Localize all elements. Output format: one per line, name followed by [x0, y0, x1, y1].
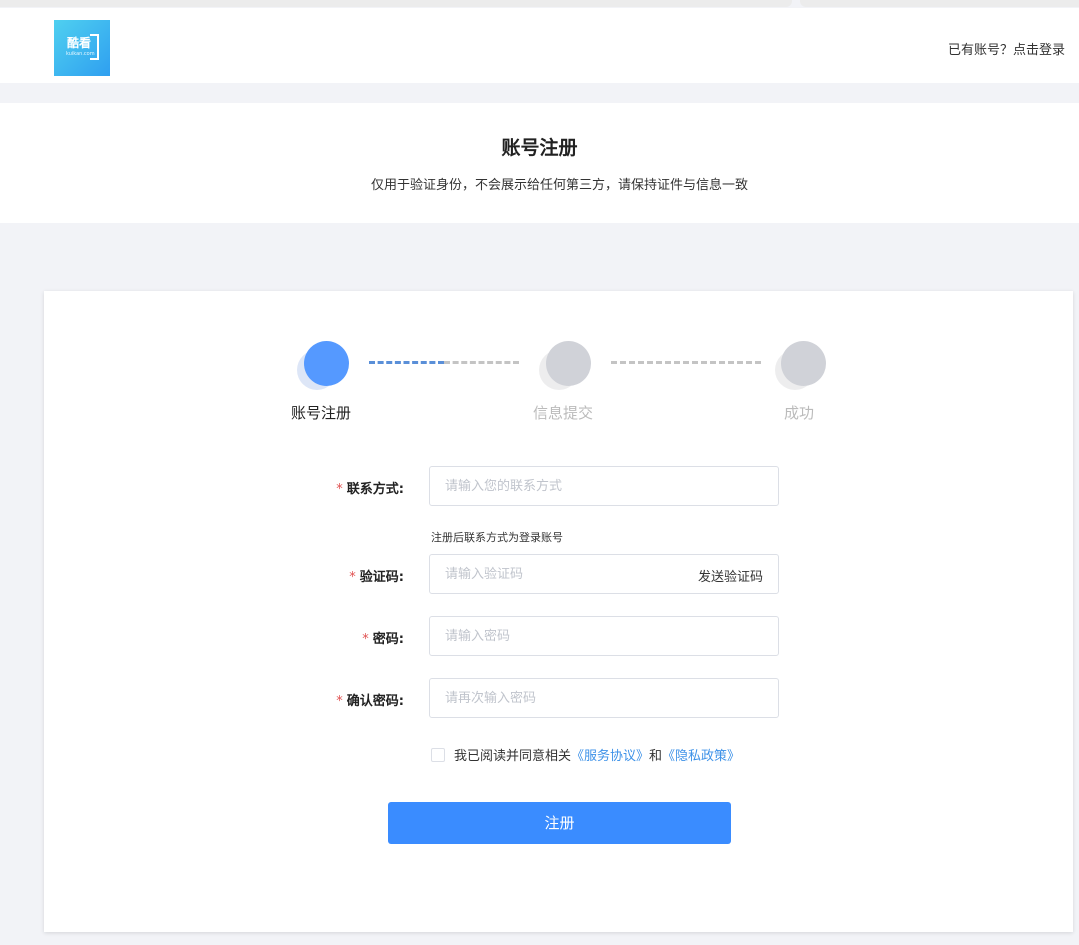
site-header: 酷看 kuikan.com 已有账号？点击登录 — [0, 8, 1079, 83]
browser-tab[interactable] — [0, 0, 792, 7]
contact-hint: 注册后联系方式为登录账号 — [431, 531, 563, 544]
contact-label: * 联系方式: — [336, 478, 404, 497]
code-field[interactable]: 发送验证码 — [429, 554, 779, 594]
page-subtitle: 仅用于验证身份，不会展示给任何第三方，请保持证件与信息一致 — [370, 178, 748, 193]
confirm-password-input[interactable] — [430, 679, 745, 717]
browser-tab[interactable] — [800, 0, 1079, 7]
send-code-button[interactable]: 发送验证码 — [698, 566, 763, 585]
code-label-text: 验证码: — [359, 570, 404, 585]
register-button[interactable]: 注册 — [388, 802, 731, 844]
password-label: * 密码: — [362, 628, 404, 647]
logo-text: 酷看 — [67, 36, 92, 50]
step-circle-active — [304, 341, 349, 386]
contact-input[interactable] — [430, 467, 745, 505]
service-agreement-link[interactable]: 《服务协议》 — [571, 749, 649, 764]
confirm-password-label-text: 确认密码: — [346, 694, 404, 709]
registration-card: 账号注册 信息提交 成功 *联系方式: 注册后联系方式为登录账号 *验证码: 发… — [44, 291, 1073, 932]
password-field[interactable] — [429, 616, 779, 656]
browser-tab-strip — [0, 0, 1079, 8]
logo-bracket-icon — [90, 34, 99, 60]
step-label: 账号注册 — [291, 404, 352, 422]
contact-label-text: 联系方式: — [346, 482, 404, 497]
step-label: 成功 — [784, 404, 815, 422]
agreement-row: 我已阅读并同意相关《服务协议》和《隐私政策》 — [431, 745, 740, 764]
step-connector — [444, 361, 519, 364]
step-label: 信息提交 — [533, 404, 594, 422]
code-label: * 验证码: — [349, 566, 404, 585]
confirm-password-label: * 确认密码: — [336, 690, 404, 709]
step-circle-inactive — [781, 341, 826, 386]
step-circle-inactive — [546, 341, 591, 386]
password-input[interactable] — [430, 617, 745, 655]
password-label-text: 密码: — [372, 632, 404, 647]
step-connector-progress — [369, 361, 444, 364]
confirm-password-field[interactable] — [429, 678, 779, 718]
agreement-and-text: 和 — [649, 749, 663, 764]
agreement-text: 我已阅读并同意相关 — [454, 749, 572, 764]
required-mark: * — [336, 482, 343, 497]
required-mark: * — [349, 570, 356, 585]
contact-field[interactable] — [429, 466, 779, 506]
site-logo[interactable]: 酷看 kuikan.com — [54, 20, 110, 76]
page-banner: 账号注册 仅用于验证身份，不会展示给任何第三方，请保持证件与信息一致 — [0, 103, 1079, 223]
step-connector — [611, 361, 761, 364]
page-title: 账号注册 — [501, 137, 578, 159]
agreement-checkbox[interactable] — [431, 748, 445, 762]
privacy-policy-link[interactable]: 《隐私政策》 — [662, 749, 740, 764]
login-link[interactable]: 已有账号？点击登录 — [948, 39, 1065, 58]
required-mark: * — [362, 632, 369, 647]
required-mark: * — [336, 694, 343, 709]
